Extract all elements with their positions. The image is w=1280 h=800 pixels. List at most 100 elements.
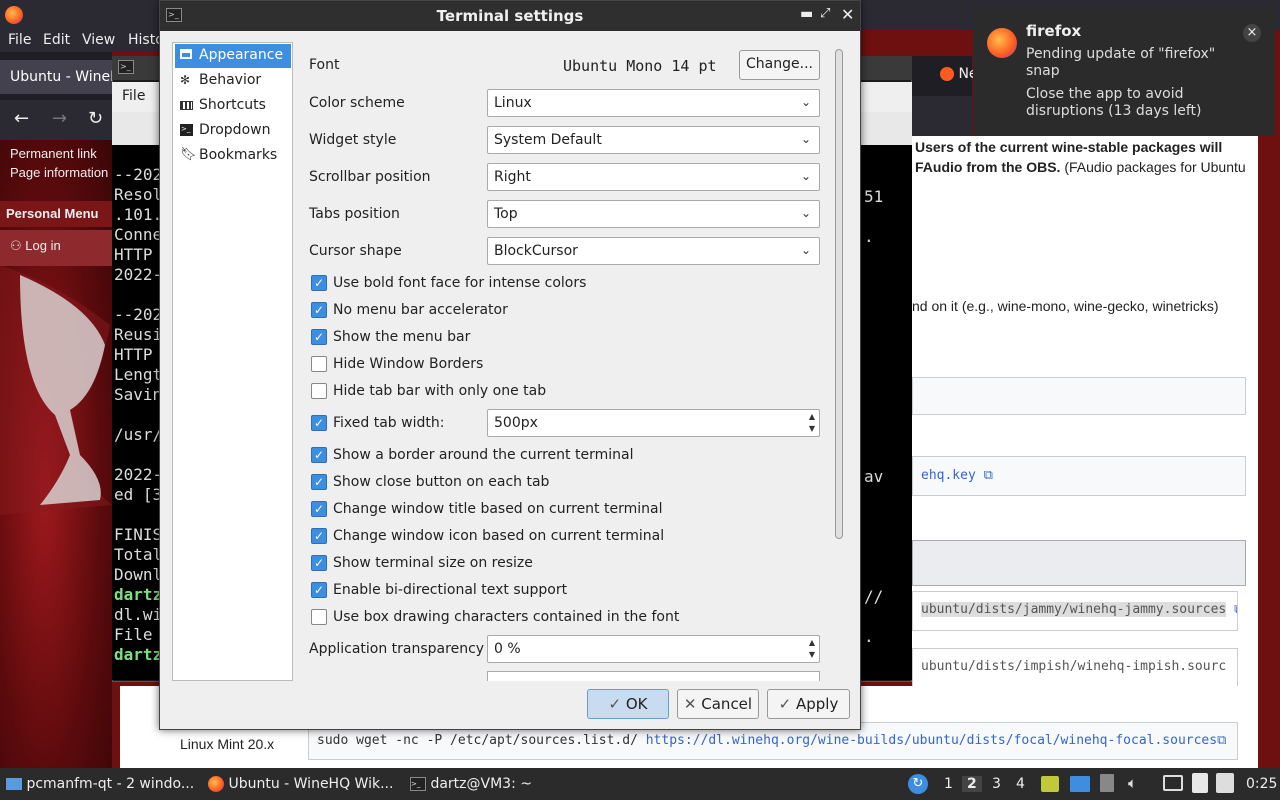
color-scheme-select[interactable]: Linux ⌄ [487, 89, 820, 117]
transparency-spinbox[interactable]: 0 % ▲ ▼ [487, 635, 820, 663]
firefox-tab-icon [940, 67, 954, 81]
terminal-settings-dialog: >_ Terminal settings ▬ ⤢ ✕ Appearance ✻ … [159, 0, 861, 730]
spin-down-icon[interactable]: ▼ [809, 424, 815, 433]
checkbox-hide-window-borders[interactable] [311, 356, 327, 372]
file-manager-icon[interactable] [1041, 776, 1059, 792]
checkbox-fixed-tab-width[interactable]: ✓ [311, 415, 327, 431]
notification-body: Pending update of "firefox" snap Close t… [1026, 46, 1216, 119]
font-value: Ubuntu Mono 14 pt [563, 57, 717, 75]
terminal-menu-file[interactable]: File [122, 88, 145, 104]
clipboard-icon[interactable] [1192, 773, 1208, 793]
sidebar-item-appearance[interactable]: Appearance [175, 44, 291, 68]
code-box-jammy: ubuntu/dists/jammy/winehq-jammy.sources … [912, 591, 1238, 631]
spin-down-icon[interactable]: ▼ [809, 650, 815, 659]
focal-link[interactable]: https://dl.winehq.org/wine-builds/ubuntu… [646, 733, 1217, 748]
taskbar-item-pcmanfm[interactable]: pcmanfm-qt - 2 windo... [6, 768, 194, 800]
fixed-tab-width-spinbox[interactable]: 500px ▲ ▼ [487, 409, 820, 437]
sidebar-item-behavior[interactable]: ✻ Behavior [175, 69, 291, 93]
change-font-button[interactable]: Change... [739, 50, 820, 80]
trash-icon[interactable] [1100, 774, 1114, 792]
key-link[interactable]: ehq.key [921, 468, 976, 483]
notification-icon[interactable] [1216, 773, 1234, 793]
chevron-down-icon: ⌄ [801, 243, 812, 257]
dependencies-text: nd on it (e.g., wine-mono, wine-gecko, w… [912, 298, 1219, 314]
code-box-1 [912, 377, 1246, 415]
ok-button[interactable]: ✓ OK [587, 689, 669, 719]
permanent-link[interactable]: Permanent link [10, 146, 97, 161]
workspace-3[interactable]: 3 [992, 776, 1001, 792]
personal-menu-heading: Personal Menu [0, 201, 112, 227]
maximize-icon[interactable]: ⤢ [820, 6, 830, 21]
scrollbar-position-select[interactable]: Right ⌄ [487, 163, 820, 191]
browser-tab-2[interactable]: Ne [940, 66, 978, 82]
taskbar-item-terminal[interactable]: >_ dartz@VM3: ~ [410, 768, 532, 800]
jammy-link[interactable]: ubuntu/dists/jammy/winehq-jammy.sources [921, 602, 1227, 617]
checkbox-bidi-support[interactable]: ✓ [311, 582, 327, 598]
wiki-sidebar: Permanent link Page information Personal… [0, 140, 112, 340]
workspace-1[interactable]: 1 [944, 776, 953, 792]
font-label: Font [309, 57, 340, 73]
checkbox-terminal-size-resize[interactable]: ✓ [311, 555, 327, 571]
checkbox-box-drawing-chars[interactable] [311, 609, 327, 625]
impish-link[interactable]: ubuntu/dists/impish/winehq-impish.sourc [921, 659, 1226, 674]
desktop-icon[interactable] [1070, 776, 1090, 792]
checkbox-show-menu-bar[interactable]: ✓ [311, 329, 327, 345]
workspace-2[interactable]: 2 [962, 776, 982, 792]
checkbox-no-menu-accelerator[interactable]: ✓ [311, 302, 327, 318]
spin-up-icon[interactable]: ▲ [809, 412, 815, 421]
checkbox-label: Show a border around the current termina… [333, 447, 634, 463]
widget-style-select[interactable]: System Default ⌄ [487, 126, 820, 154]
volume-icon[interactable]: 🔈︎ [1128, 774, 1137, 792]
fixed-tab-width-label: Fixed tab width: [333, 415, 445, 431]
network-icon[interactable] [1163, 775, 1183, 791]
folder-icon [6, 778, 22, 790]
forward-icon[interactable]: → [52, 108, 67, 129]
taskbar-item-firefox[interactable]: Ubuntu - WineHQ Wik... [208, 768, 393, 800]
clock[interactable]: 0:25 [1246, 776, 1277, 792]
back-icon[interactable]: ← [14, 108, 29, 129]
checkbox-change-window-icon[interactable]: ✓ [311, 528, 327, 544]
update-icon[interactable]: ↻ [908, 774, 928, 794]
tabs-position-select[interactable]: Top ⌄ [487, 200, 820, 228]
external-link-icon: ⧉ [975, 468, 993, 483]
workspace-4[interactable]: 4 [1016, 776, 1025, 792]
checkbox-border-current-terminal[interactable]: ✓ [311, 447, 327, 463]
checkbox-label: No menu bar accelerator [333, 302, 508, 318]
checkbox-hide-tab-bar[interactable] [311, 383, 327, 399]
cursor-shape-select[interactable]: BlockCursor ⌄ [487, 237, 820, 265]
cancel-button[interactable]: ✕ Cancel [677, 689, 759, 719]
spin-up-icon[interactable]: ▲ [809, 638, 815, 647]
dialog-titlebar[interactable]: >_ Terminal settings ▬ ⤢ ✕ [160, 1, 860, 31]
page-information-link[interactable]: Page information [10, 165, 108, 180]
menu-edit[interactable]: Edit [43, 32, 70, 48]
notification-close-button[interactable]: × [1243, 24, 1261, 42]
checkbox-label: Enable bi-directional text support [333, 582, 568, 598]
checkbox-label: Show the menu bar [333, 329, 471, 345]
close-icon[interactable]: ✕ [841, 5, 854, 24]
login-link[interactable]: ⚇ Log in [0, 230, 112, 266]
tabs-position-label: Tabs position [309, 206, 400, 222]
settings-scrollbar[interactable] [833, 49, 845, 679]
chevron-down-icon: ⌄ [801, 206, 812, 220]
menu-file[interactable]: File [8, 32, 31, 48]
update-notification[interactable]: firefox × Pending update of "firefox" sn… [973, 8, 1275, 136]
partial-spinbox[interactable] [487, 671, 820, 681]
sidebar-item-bookmarks[interactable]: 🔖︎ Bookmarks [175, 144, 291, 168]
browser-tab[interactable]: Ubuntu - WineH [0, 60, 112, 94]
sidebar-item-shortcuts[interactable]: Shortcuts [175, 94, 291, 118]
sidebar-item-dropdown[interactable]: >_ Dropdown [175, 119, 291, 143]
check-icon: ✓ [608, 695, 622, 713]
reload-icon[interactable]: ↻ [88, 108, 103, 129]
notification-app: firefox [1026, 22, 1082, 40]
dialog-title: Terminal settings [436, 7, 584, 25]
update-notice-text: Users of the current wine-stable package… [915, 139, 1246, 175]
checkbox-bold-font[interactable]: ✓ [311, 275, 327, 291]
checkbox-change-window-title[interactable]: ✓ [311, 501, 327, 517]
minimize-icon[interactable]: ▬ [800, 6, 813, 22]
menu-view[interactable]: View [82, 32, 115, 48]
chevron-down-icon: ⌄ [801, 132, 812, 146]
checkbox-close-button-tab[interactable]: ✓ [311, 474, 327, 490]
external-link-icon: ⧉ [1226, 602, 1237, 617]
apply-button[interactable]: ✓ Apply [767, 689, 850, 719]
color-scheme-label: Color scheme [309, 95, 405, 111]
